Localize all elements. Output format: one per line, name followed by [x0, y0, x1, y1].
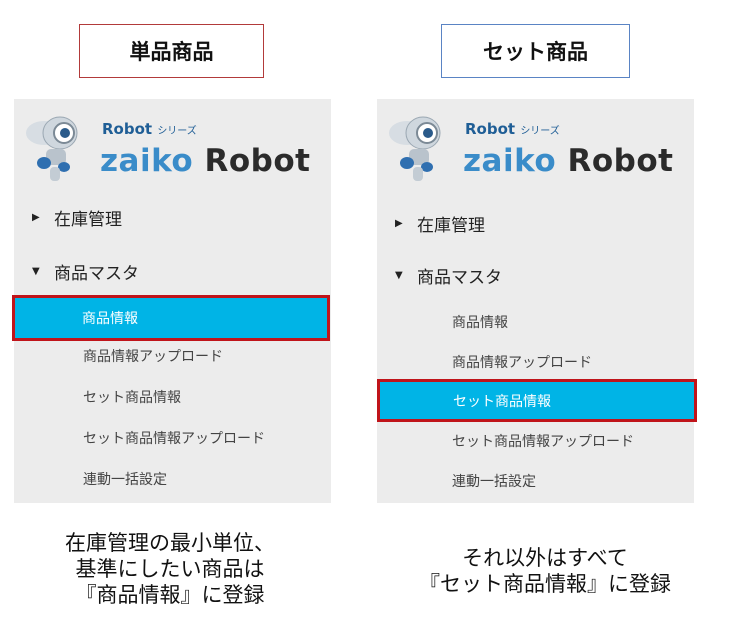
caret-right-icon: ▶	[32, 212, 40, 223]
menu-item-set-product-info[interactable]: セット商品情報	[377, 379, 697, 422]
menu-item-bulk-link-settings[interactable]: 連動一括設定	[452, 471, 536, 491]
caret-down-icon: ▼	[395, 270, 403, 281]
nav-inventory[interactable]: ▶ 在庫管理	[32, 205, 122, 230]
menu-item-product-info[interactable]: 商品情報	[12, 295, 330, 341]
brand-name: zaiko Robot	[100, 143, 311, 179]
series-label: Robot シリーズ	[102, 120, 197, 138]
menu-item-product-info[interactable]: 商品情報	[452, 312, 508, 332]
set-product-title: セット商品	[441, 24, 630, 78]
zaiko-robot-logo: Robot シリーズ zaiko Robot	[385, 105, 685, 185]
menu-item-product-info-upload[interactable]: 商品情報アップロード	[83, 346, 223, 366]
nav-product-master[interactable]: ▼ 商品マスタ	[395, 263, 502, 288]
nav-product-master[interactable]: ▼ 商品マスタ	[32, 259, 139, 284]
menu-item-set-product-info-upload[interactable]: セット商品情報アップロード	[83, 428, 265, 448]
menu-item-product-info-upload[interactable]: 商品情報アップロード	[452, 352, 592, 372]
right-caption: それ以外はすべて 『セット商品情報』に登録	[419, 546, 671, 596]
caret-right-icon: ▶	[395, 218, 403, 229]
brand-name: zaiko Robot	[463, 143, 674, 179]
single-product-title: 単品商品	[79, 24, 264, 78]
menu-item-set-product-info[interactable]: セット商品情報	[83, 387, 181, 407]
left-menu-panel: Robot シリーズ zaiko Robot ▶ 在庫管理 ▼ 商品マスタ 商品…	[12, 99, 331, 503]
nav-inventory[interactable]: ▶ 在庫管理	[395, 211, 485, 236]
menu-item-set-product-info-upload[interactable]: セット商品情報アップロード	[452, 431, 634, 451]
right-menu-panel: Robot シリーズ zaiko Robot ▶ 在庫管理 ▼ 商品マスタ 商品…	[377, 99, 697, 503]
robot-mascot-icon	[389, 116, 441, 181]
zaiko-robot-logo: Robot シリーズ zaiko Robot	[22, 105, 322, 185]
robot-mascot-icon	[26, 116, 78, 181]
menu-item-bulk-link-settings[interactable]: 連動一括設定	[83, 469, 167, 489]
series-label: Robot シリーズ	[465, 120, 560, 138]
caret-down-icon: ▼	[32, 266, 40, 277]
left-caption: 在庫管理の最小単位、 基準にしたい商品は 『商品情報』に登録	[65, 531, 275, 607]
